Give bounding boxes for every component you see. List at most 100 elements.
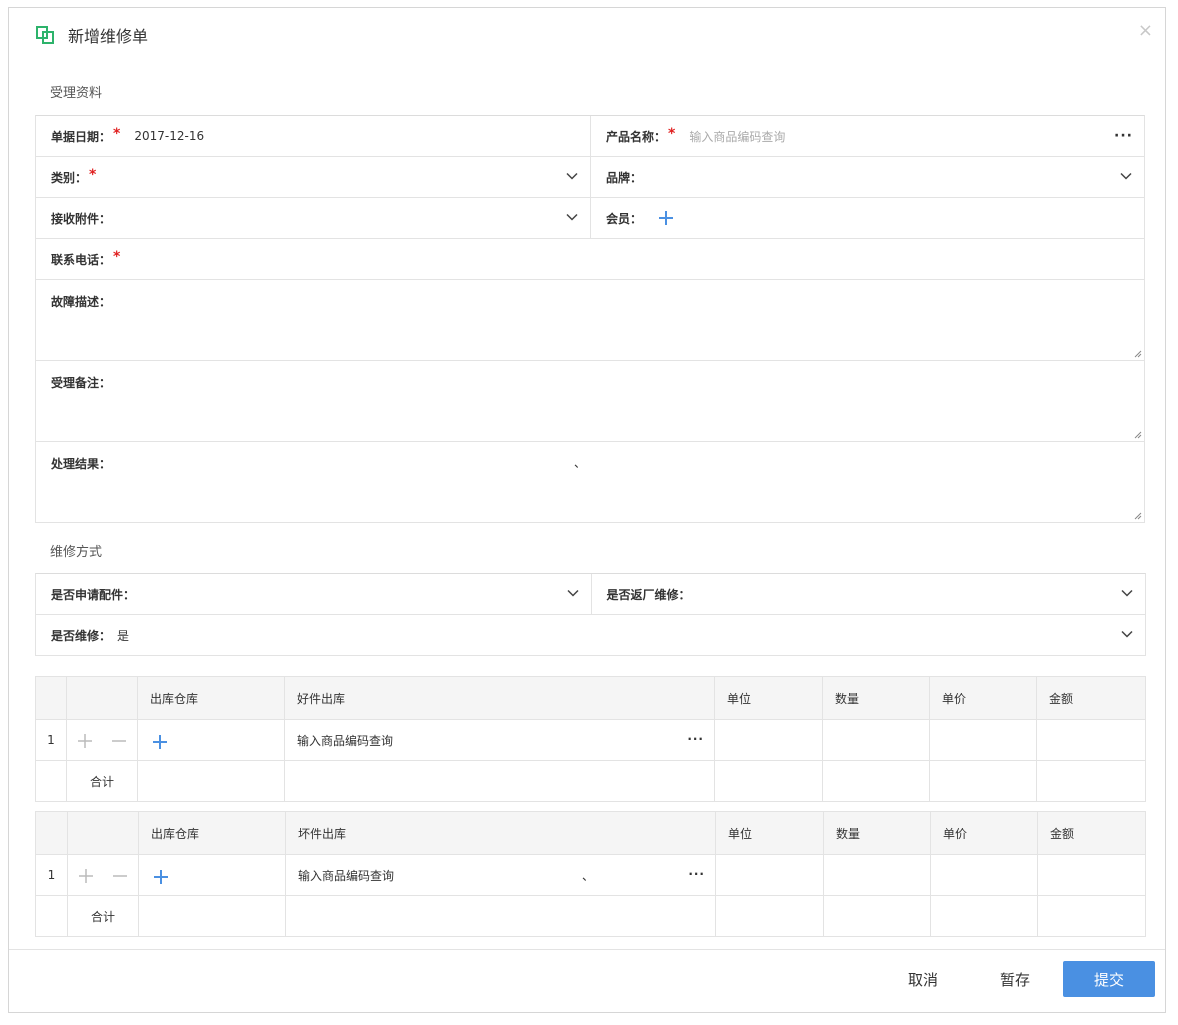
copy-icon <box>36 26 54 44</box>
add-member-icon[interactable] <box>658 210 674 226</box>
total-cell <box>138 895 286 937</box>
product-search-input[interactable]: 输入商品编码查询 <box>297 734 393 748</box>
resize-handle-icon[interactable] <box>1134 512 1142 520</box>
total-cell <box>715 895 824 937</box>
more-icon[interactable]: ··· <box>687 732 704 746</box>
total-cell <box>137 760 285 802</box>
chevron-down-icon[interactable] <box>566 170 578 182</box>
repair-select[interactable]: 是否维修： 是 <box>36 615 1145 655</box>
submit-button[interactable]: 提交 <box>1063 961 1155 997</box>
repair-form: 是否申请配件： 是否返厂维修： 是否维修： 是 <box>35 573 1146 656</box>
add-warehouse-icon[interactable] <box>152 734 168 750</box>
total-cell <box>714 760 823 802</box>
cancel-button[interactable]: 取消 <box>908 969 938 990</box>
table-row: 1 输入商品编码查询 、 ··· <box>35 854 1146 896</box>
table-header-cell: 坏件出库 <box>285 811 716 855</box>
form-row: 接收附件： 会员： <box>36 198 1144 239</box>
category-label: 类别： * <box>51 166 97 185</box>
remark-label: 受理备注： <box>51 376 112 390</box>
repair-value: 是 <box>117 628 130 643</box>
doc-date-label: 单据日期： * <box>51 125 121 144</box>
table-header-cell: 出库仓库 <box>137 676 285 720</box>
chevron-down-icon[interactable] <box>1121 628 1133 640</box>
required-mark: * <box>113 248 121 265</box>
resize-handle-icon[interactable] <box>1134 350 1142 358</box>
table-header-cell: 数量 <box>822 676 930 720</box>
more-icon[interactable]: ··· <box>1114 128 1133 144</box>
brand-select[interactable]: 品牌： <box>590 157 1144 197</box>
dialog-title: 新增维修单 <box>68 27 149 46</box>
fault-description-textarea[interactable]: 故障描述： <box>36 280 1144 361</box>
price-cell[interactable] <box>929 719 1037 761</box>
attachment-select[interactable]: 接收附件： <box>36 198 590 238</box>
total-cell <box>822 760 930 802</box>
price-cell[interactable] <box>930 854 1038 896</box>
chevron-down-icon[interactable] <box>566 587 579 599</box>
close-icon[interactable]: × <box>1138 21 1153 41</box>
apply-parts-select[interactable]: 是否申请配件： <box>36 574 591 614</box>
remove-row-icon[interactable] <box>111 733 127 749</box>
warehouse-cell[interactable] <box>137 719 285 761</box>
required-mark: * <box>668 125 676 142</box>
footer-divider <box>9 949 1165 950</box>
return-factory-select[interactable]: 是否返厂维修： <box>590 574 1146 614</box>
row-controls <box>66 719 138 761</box>
product-name-field[interactable]: 产品名称： * 输入商品编码查询 ··· <box>590 116 1144 156</box>
doc-date-value: 2017-12-16 <box>134 129 205 143</box>
table-row: 1 输入商品编码查询 ··· <box>35 719 1146 761</box>
table-header-cell: 单价 <box>930 811 1038 855</box>
row-index: 1 <box>35 719 67 761</box>
add-row-icon[interactable] <box>77 733 93 749</box>
attachment-label: 接收附件： <box>51 211 112 226</box>
table-header-cell: 好件出库 <box>284 676 715 720</box>
total-cell <box>1036 760 1146 802</box>
row-controls <box>67 854 139 896</box>
form-row: 是否维修： 是 <box>36 615 1145 656</box>
doc-date-field[interactable]: 单据日期： * 2017-12-16 <box>36 116 590 156</box>
total-cell <box>823 895 931 937</box>
product-name-label: 产品名称： * <box>606 125 676 144</box>
apply-parts-label: 是否申请配件： <box>51 587 136 602</box>
unit-cell[interactable] <box>714 719 823 761</box>
repair-label: 是否维修： <box>51 628 112 643</box>
total-cell <box>35 760 67 802</box>
table-total-row: 合计 <box>35 760 1146 802</box>
table-header-row: 出库仓库 好件出库 单位 数量 单价 金额 <box>35 676 1146 720</box>
unit-cell[interactable] <box>715 854 824 896</box>
member-field: 会员： <box>590 198 1144 238</box>
resize-handle-icon[interactable] <box>1134 431 1142 439</box>
warehouse-cell[interactable] <box>138 854 286 896</box>
result-label: 处理结果： <box>51 457 112 471</box>
form-row: 单据日期： * 2017-12-16 产品名称： * 输入商品编码查询 ··· <box>36 116 1144 157</box>
form-row: 是否申请配件： 是否返厂维修： <box>36 574 1145 615</box>
good-parts-table: 出库仓库 好件出库 单位 数量 单价 金额 1 输入商品编码查询 ··· 合计 <box>35 676 1146 802</box>
product-search-input[interactable]: 输入商品编码查询 <box>298 869 394 883</box>
result-textarea[interactable]: 处理结果： 、 <box>36 442 1144 523</box>
add-row-icon[interactable] <box>78 868 94 884</box>
qty-cell[interactable] <box>823 854 931 896</box>
repair-order-dialog: 新增维修单 × 受理资料 单据日期： * 2017-12-16 产品名称： * 输入… <box>8 7 1166 1013</box>
chevron-down-icon[interactable] <box>1121 587 1133 599</box>
phone-field[interactable]: 联系电话： * <box>36 239 1144 279</box>
dialog-header: 新增维修单 × <box>9 8 1165 60</box>
table-header-cell: 单位 <box>714 676 823 720</box>
category-select[interactable]: 类别： * <box>36 157 590 197</box>
accept-remark-textarea[interactable]: 受理备注： <box>36 361 1144 442</box>
more-icon[interactable]: ··· <box>688 867 705 881</box>
add-warehouse-icon[interactable] <box>153 869 169 885</box>
fault-label: 故障描述： <box>51 295 112 309</box>
table-header-cell <box>35 676 67 720</box>
required-mark: * <box>89 166 97 183</box>
table-header-cell: 金额 <box>1036 676 1146 720</box>
stray-mark: 、 <box>582 869 595 883</box>
section-title-accept: 受理资料 <box>50 86 103 101</box>
qty-cell[interactable] <box>822 719 930 761</box>
product-cell[interactable]: 输入商品编码查询 、 ··· <box>285 854 716 896</box>
chevron-down-icon[interactable] <box>566 211 578 223</box>
table-header-row: 出库仓库 坏件出库 单位 数量 单价 金额 <box>35 811 1146 855</box>
product-search-input[interactable]: 输入商品编码查询 <box>689 128 785 145</box>
save-draft-button[interactable]: 暂存 <box>1000 969 1030 990</box>
chevron-down-icon[interactable] <box>1120 170 1132 182</box>
product-cell[interactable]: 输入商品编码查询 ··· <box>284 719 715 761</box>
remove-row-icon[interactable] <box>112 868 128 884</box>
